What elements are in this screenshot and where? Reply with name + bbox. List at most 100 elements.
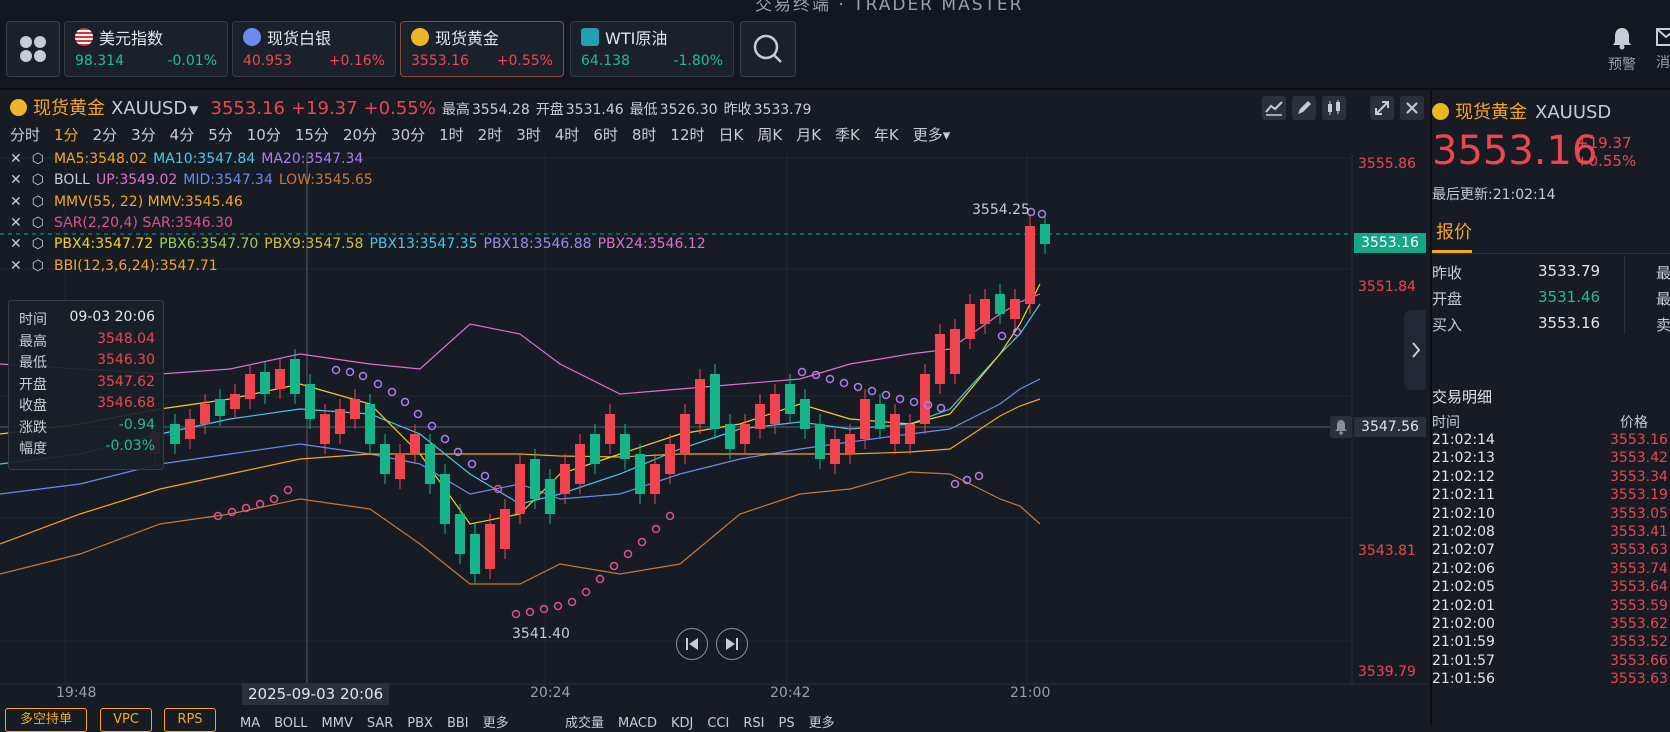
bottom-tab[interactable]: KDJ bbox=[671, 716, 693, 731]
bottom-tab[interactable]: SAR bbox=[367, 716, 393, 731]
bottom-tab[interactable]: 更多 bbox=[809, 716, 835, 731]
remove-indicator-icon[interactable]: ✕ bbox=[10, 215, 22, 231]
bottom-tab[interactable]: 更多 bbox=[483, 716, 509, 731]
tab-timeframe[interactable]: 12时 bbox=[670, 126, 704, 144]
fullscreen-button[interactable] bbox=[1370, 96, 1394, 120]
crosshair-time-tag: 2025-09-03 20:06 bbox=[242, 683, 390, 705]
prev-close-value: 3533.79 bbox=[753, 102, 812, 118]
close-chart-button[interactable] bbox=[1400, 96, 1424, 120]
bottom-tab[interactable]: MA bbox=[240, 716, 260, 731]
symbol-name[interactable]: 现货黄金 bbox=[33, 98, 105, 119]
candle bbox=[575, 444, 585, 484]
sar-dot bbox=[1037, 209, 1047, 219]
indicator-settings-icon[interactable]: ⬡ bbox=[32, 194, 44, 210]
price-alarm-button[interactable] bbox=[1330, 416, 1352, 438]
tab-timeframe[interactable]: 季K bbox=[835, 126, 860, 144]
sar-dot bbox=[997, 331, 1007, 341]
ticker-usd-index[interactable]: 美元指数 98.314 -0.01% bbox=[64, 21, 228, 77]
indicator-settings-icon[interactable]: ⬡ bbox=[32, 215, 44, 231]
sar-dot bbox=[974, 471, 984, 481]
sar-dot bbox=[595, 574, 605, 584]
tab-timeframe[interactable]: 1分 bbox=[54, 126, 79, 144]
tab-timeframe[interactable]: 3时 bbox=[516, 126, 541, 144]
candle bbox=[635, 454, 645, 494]
quote-row-extra: 卖 bbox=[1656, 316, 1670, 334]
tab-timeframe[interactable]: 10分 bbox=[247, 126, 281, 144]
tab-timeframe[interactable]: 年K bbox=[874, 126, 899, 144]
tab-timeframe[interactable]: 15分 bbox=[295, 126, 329, 144]
bottom-tab[interactable]: PBX bbox=[407, 716, 433, 731]
long-short-button[interactable]: 多空持单 bbox=[5, 708, 87, 732]
tab-quote[interactable]: 报价 bbox=[1436, 218, 1472, 244]
ticker-silver[interactable]: 现货白银 40.953 +0.16% bbox=[232, 21, 396, 77]
rps-button[interactable]: RPS bbox=[164, 708, 216, 732]
candle bbox=[680, 414, 690, 454]
tab-timeframe[interactable]: 8时 bbox=[632, 126, 657, 144]
tab-timeframe[interactable]: 5分 bbox=[208, 126, 233, 144]
tab-timeframe[interactable]: 更多 bbox=[913, 126, 943, 144]
alarm-button[interactable]: 预警 bbox=[1600, 26, 1644, 74]
tab-timeframe[interactable]: 30分 bbox=[391, 126, 425, 144]
vpc-button[interactable]: VPC bbox=[100, 708, 152, 732]
bottom-tab[interactable]: PS bbox=[778, 716, 794, 731]
candle bbox=[260, 372, 270, 394]
quote-row-label: 开盘 bbox=[1432, 290, 1463, 308]
trade-price: 3553.42 bbox=[1610, 450, 1668, 467]
candle bbox=[1025, 226, 1035, 304]
indicator-tool-button[interactable] bbox=[1262, 96, 1286, 120]
tab-timeframe[interactable]: 4分 bbox=[170, 126, 195, 144]
tab-timeframe[interactable]: 1时 bbox=[439, 126, 464, 144]
bottom-tab[interactable]: MMV bbox=[322, 716, 353, 731]
remove-indicator-icon[interactable]: ✕ bbox=[10, 172, 22, 188]
tab-timeframe[interactable]: 2分 bbox=[93, 126, 118, 144]
bottom-tab[interactable]: MACD bbox=[618, 716, 657, 731]
bottom-tab[interactable]: RSI bbox=[743, 716, 764, 731]
tab-timeframe[interactable]: 4时 bbox=[555, 126, 580, 144]
line-chart-icon bbox=[1265, 101, 1283, 116]
ticker-gold[interactable]: 现货黄金 3553.16 +0.55% bbox=[400, 21, 564, 77]
draw-tool-button[interactable] bbox=[1292, 96, 1316, 120]
message-button[interactable]: 消 bbox=[1656, 26, 1670, 72]
caret-down-icon[interactable]: ▾ bbox=[943, 126, 951, 144]
remove-indicator-icon[interactable]: ✕ bbox=[10, 236, 22, 252]
tab-timeframe[interactable]: 3分 bbox=[131, 126, 156, 144]
indicator-settings-icon[interactable]: ⬡ bbox=[32, 258, 44, 274]
symbol-code[interactable]: XAUUSD bbox=[111, 98, 187, 119]
remove-indicator-icon[interactable]: ✕ bbox=[10, 151, 22, 167]
apps-button[interactable] bbox=[6, 21, 60, 77]
prev-button[interactable] bbox=[676, 628, 708, 660]
candle bbox=[725, 424, 735, 449]
indicator-settings-icon[interactable]: ⬡ bbox=[32, 151, 44, 167]
ticker-wti-oil[interactable]: WTI原油 64.138 -1.80% bbox=[570, 21, 734, 77]
bottom-tab[interactable]: CCI bbox=[707, 716, 729, 731]
tab-timeframe[interactable]: 日K bbox=[719, 126, 744, 144]
next-button[interactable] bbox=[716, 628, 748, 660]
candle bbox=[920, 374, 930, 424]
candle bbox=[335, 409, 345, 434]
tab-timeframe[interactable]: 2时 bbox=[478, 126, 503, 144]
indicator-settings-icon[interactable]: ⬡ bbox=[32, 172, 44, 188]
caret-down-icon[interactable]: ▼ bbox=[189, 103, 198, 117]
tab-timeframe[interactable]: 月K bbox=[796, 126, 821, 144]
bottom-tab[interactable]: 成交量 bbox=[565, 716, 604, 731]
tab-timeframe[interactable]: 分时 bbox=[10, 126, 40, 144]
tab-timeframe[interactable]: 周K bbox=[757, 126, 782, 144]
search-button[interactable] bbox=[740, 21, 796, 77]
remove-indicator-icon[interactable]: ✕ bbox=[10, 258, 22, 274]
panel-collapse-button[interactable] bbox=[1404, 310, 1426, 390]
bottom-tab[interactable]: BOLL bbox=[274, 716, 307, 731]
ticker-name: 现货白银 bbox=[267, 29, 332, 48]
indicator-legend-row: ✕ ⬡ PBX4:3547.72 PBX6:3547.70 PBX9:3547.58 PB… bbox=[10, 236, 712, 252]
trade-time: 21:02:14 bbox=[1432, 432, 1495, 448]
sar-dot bbox=[480, 471, 490, 481]
sar-dot bbox=[867, 386, 877, 396]
tab-timeframe[interactable]: 20分 bbox=[343, 126, 377, 144]
candle-style-button[interactable] bbox=[1322, 96, 1346, 120]
tab-timeframe[interactable]: 6时 bbox=[593, 126, 618, 144]
remove-indicator-icon[interactable]: ✕ bbox=[10, 194, 22, 210]
indicator-settings-icon[interactable]: ⬡ bbox=[32, 236, 44, 252]
indicator-legend-row: ✕ ⬡ BOLL UP:3549.02 MID:3547.34 LOW:3545.65 bbox=[10, 172, 379, 188]
gold-icon bbox=[1432, 103, 1449, 120]
bottom-tab[interactable]: BBI bbox=[447, 716, 469, 731]
bell-icon bbox=[1613, 28, 1631, 50]
